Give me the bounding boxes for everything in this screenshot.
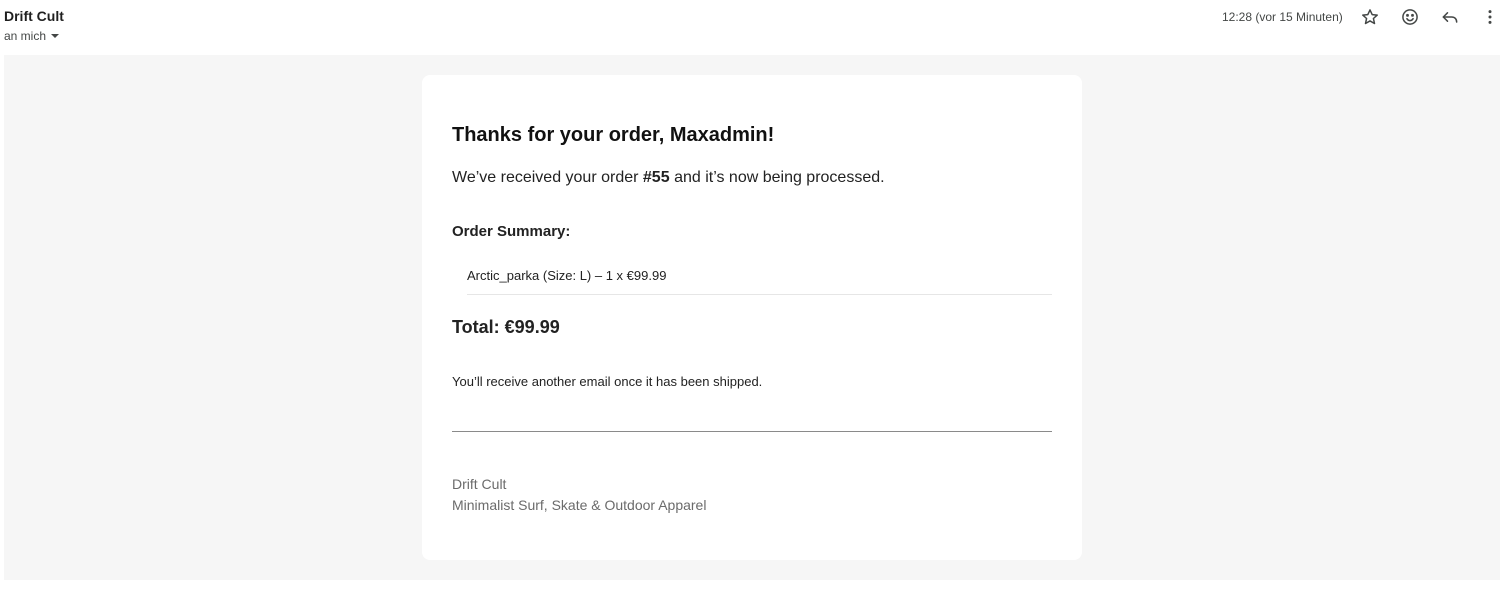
more-options-button[interactable] xyxy=(1478,5,1502,29)
reply-button[interactable] xyxy=(1438,5,1462,29)
emoji-icon xyxy=(1402,9,1418,25)
order-item-row: Arctic_parka (Size: L) – 1 x €99.99 xyxy=(467,268,1052,295)
chevron-down-icon xyxy=(51,34,60,38)
star-button[interactable] xyxy=(1358,5,1382,29)
sender-name[interactable]: Drift Cult xyxy=(4,8,64,24)
email-header: Drift Cult an mich 12:28 (vor 15 Minuten… xyxy=(0,0,1512,54)
email-greeting: Thanks for your order, Maxadmin! xyxy=(452,124,775,146)
order-number: #55 xyxy=(642,169,670,186)
recipient-label: an mich xyxy=(4,29,47,43)
star-icon xyxy=(1362,9,1378,25)
received-suffix: and it’s now being processed. xyxy=(674,169,885,186)
email-content-card: Thanks for your order, Maxadmin! We’ve r… xyxy=(422,75,1082,560)
order-total: Total: €99.99 xyxy=(452,317,560,337)
more-vert-icon xyxy=(1488,10,1492,24)
received-prefix: We’ve received your order xyxy=(452,169,639,186)
footer-company-name: Drift Cult xyxy=(452,476,507,492)
footer-tagline: Minimalist Surf, Skate & Outdoor Apparel xyxy=(452,497,707,513)
footer-divider xyxy=(452,431,1052,432)
order-summary-title: Order Summary: xyxy=(452,223,571,240)
timestamp: 12:28 (vor 15 Minuten) xyxy=(1222,10,1343,24)
add-reaction-button[interactable] xyxy=(1398,5,1422,29)
shipping-note: You’ll receive another email once it has… xyxy=(452,374,763,389)
recipient-details-toggle[interactable]: an mich xyxy=(4,29,60,43)
reply-icon xyxy=(1442,12,1458,23)
order-received-text: We’ve received your order #55 and it’s n… xyxy=(452,169,885,187)
